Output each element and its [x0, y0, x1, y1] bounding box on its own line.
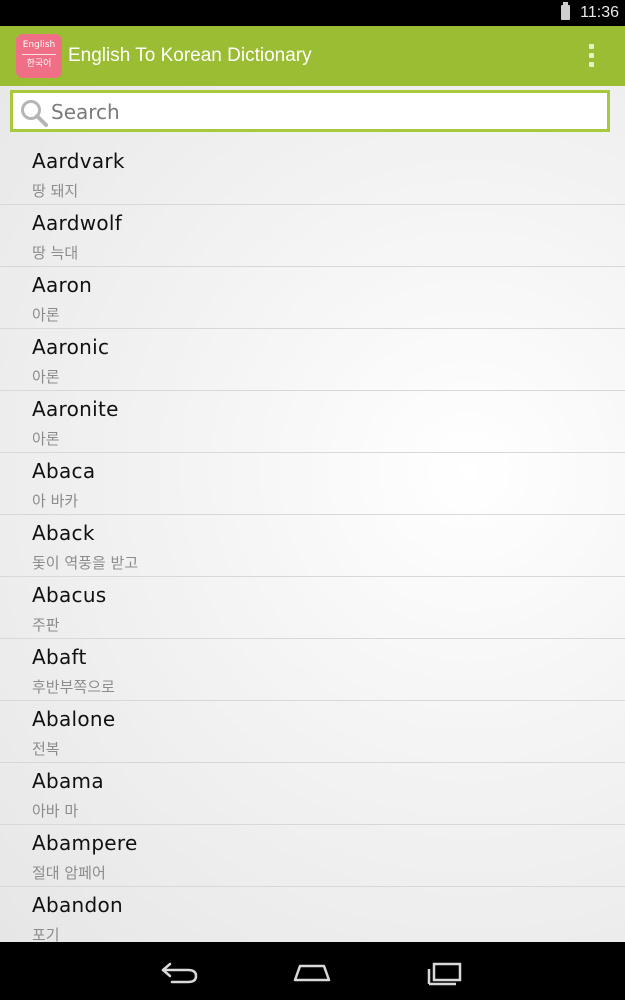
- word-korean: 주판: [32, 616, 60, 634]
- word-korean: 아론: [32, 306, 60, 324]
- word-english: Aaronite: [32, 397, 119, 421]
- app-logo-korean: 한국어: [26, 59, 52, 69]
- word-list-item[interactable]: Abampere 절대 암페어: [0, 825, 625, 887]
- word-korean: 전복: [32, 740, 60, 758]
- word-korean: 돛이 역풍을 받고: [32, 554, 139, 572]
- home-icon[interactable]: [290, 956, 334, 988]
- word-english: Abaft: [32, 645, 87, 669]
- word-list-item[interactable]: Abama 아바 마: [0, 763, 625, 825]
- word-korean: 아바 마: [32, 802, 79, 820]
- recents-icon[interactable]: [424, 956, 468, 988]
- word-korean: 땅 늑대: [32, 244, 79, 262]
- word-list-item[interactable]: Aardwolf 땅 늑대: [0, 205, 625, 267]
- word-list-item[interactable]: Aaronite 아론: [0, 391, 625, 453]
- word-english: Aaronic: [32, 335, 110, 359]
- app-logo[interactable]: English 한국어: [16, 34, 62, 78]
- dictionary-content[interactable]: Aardvark 땅 돼지 Aardwolf 땅 늑대 Aaron 아론 Aaronic 아론…: [0, 86, 625, 942]
- word-english: Abalone: [32, 707, 116, 731]
- app-logo-english: English: [22, 40, 56, 50]
- word-korean: 절대 암페어: [32, 864, 106, 882]
- word-list-item[interactable]: Aardvark 땅 돼지: [0, 143, 625, 205]
- word-korean: 후반부쪽으로: [32, 678, 115, 696]
- battery-icon: [561, 2, 570, 20]
- word-english: Aardwolf: [32, 211, 123, 235]
- word-english: Abandon: [32, 893, 124, 917]
- navigation-bar: [0, 942, 625, 1000]
- word-korean: 아 바카: [32, 492, 79, 510]
- search-input[interactable]: [51, 99, 591, 125]
- word-english: Abama: [32, 769, 104, 793]
- word-list-item[interactable]: Abacus 주판: [0, 577, 625, 639]
- overflow-dot: [589, 53, 594, 58]
- word-list-item[interactable]: Abaft 후반부쪽으로: [0, 639, 625, 701]
- word-english: Aardvark: [32, 149, 125, 173]
- word-english: Abaca: [32, 459, 96, 483]
- word-korean: 아론: [32, 368, 60, 386]
- search-icon: [21, 100, 48, 127]
- word-list-item[interactable]: Aaron 아론: [0, 267, 625, 329]
- action-bar: English 한국어 English To Korean Dictionary: [0, 26, 625, 86]
- search-box[interactable]: [10, 90, 610, 132]
- word-korean: 포기: [32, 926, 60, 942]
- word-list-item[interactable]: Aaronic 아론: [0, 329, 625, 391]
- app-title: English To Korean Dictionary: [68, 45, 312, 66]
- overflow-dot: [589, 44, 594, 49]
- status-bar: 11:36: [0, 0, 625, 26]
- word-list-item[interactable]: Abandon 포기: [0, 887, 625, 942]
- word-english: Aback: [32, 521, 95, 545]
- overflow-dot: [589, 62, 594, 67]
- word-english: Abampere: [32, 831, 138, 855]
- word-list-item[interactable]: Abalone 전복: [0, 701, 625, 763]
- word-list-item[interactable]: Aback 돛이 역풍을 받고: [0, 515, 625, 577]
- word-list: Aardvark 땅 돼지 Aardwolf 땅 늑대 Aaron 아론 Aaronic 아론…: [0, 143, 625, 942]
- word-english: Abacus: [32, 583, 107, 607]
- word-korean: 아론: [32, 430, 60, 448]
- word-korean: 땅 돼지: [32, 182, 79, 200]
- status-time: 11:36: [580, 4, 619, 21]
- word-list-item[interactable]: Abaca 아 바카: [0, 453, 625, 515]
- word-english: Aaron: [32, 273, 93, 297]
- overflow-menu-icon[interactable]: [584, 42, 600, 70]
- back-icon[interactable]: [158, 956, 202, 988]
- app-logo-divider: [22, 54, 56, 55]
